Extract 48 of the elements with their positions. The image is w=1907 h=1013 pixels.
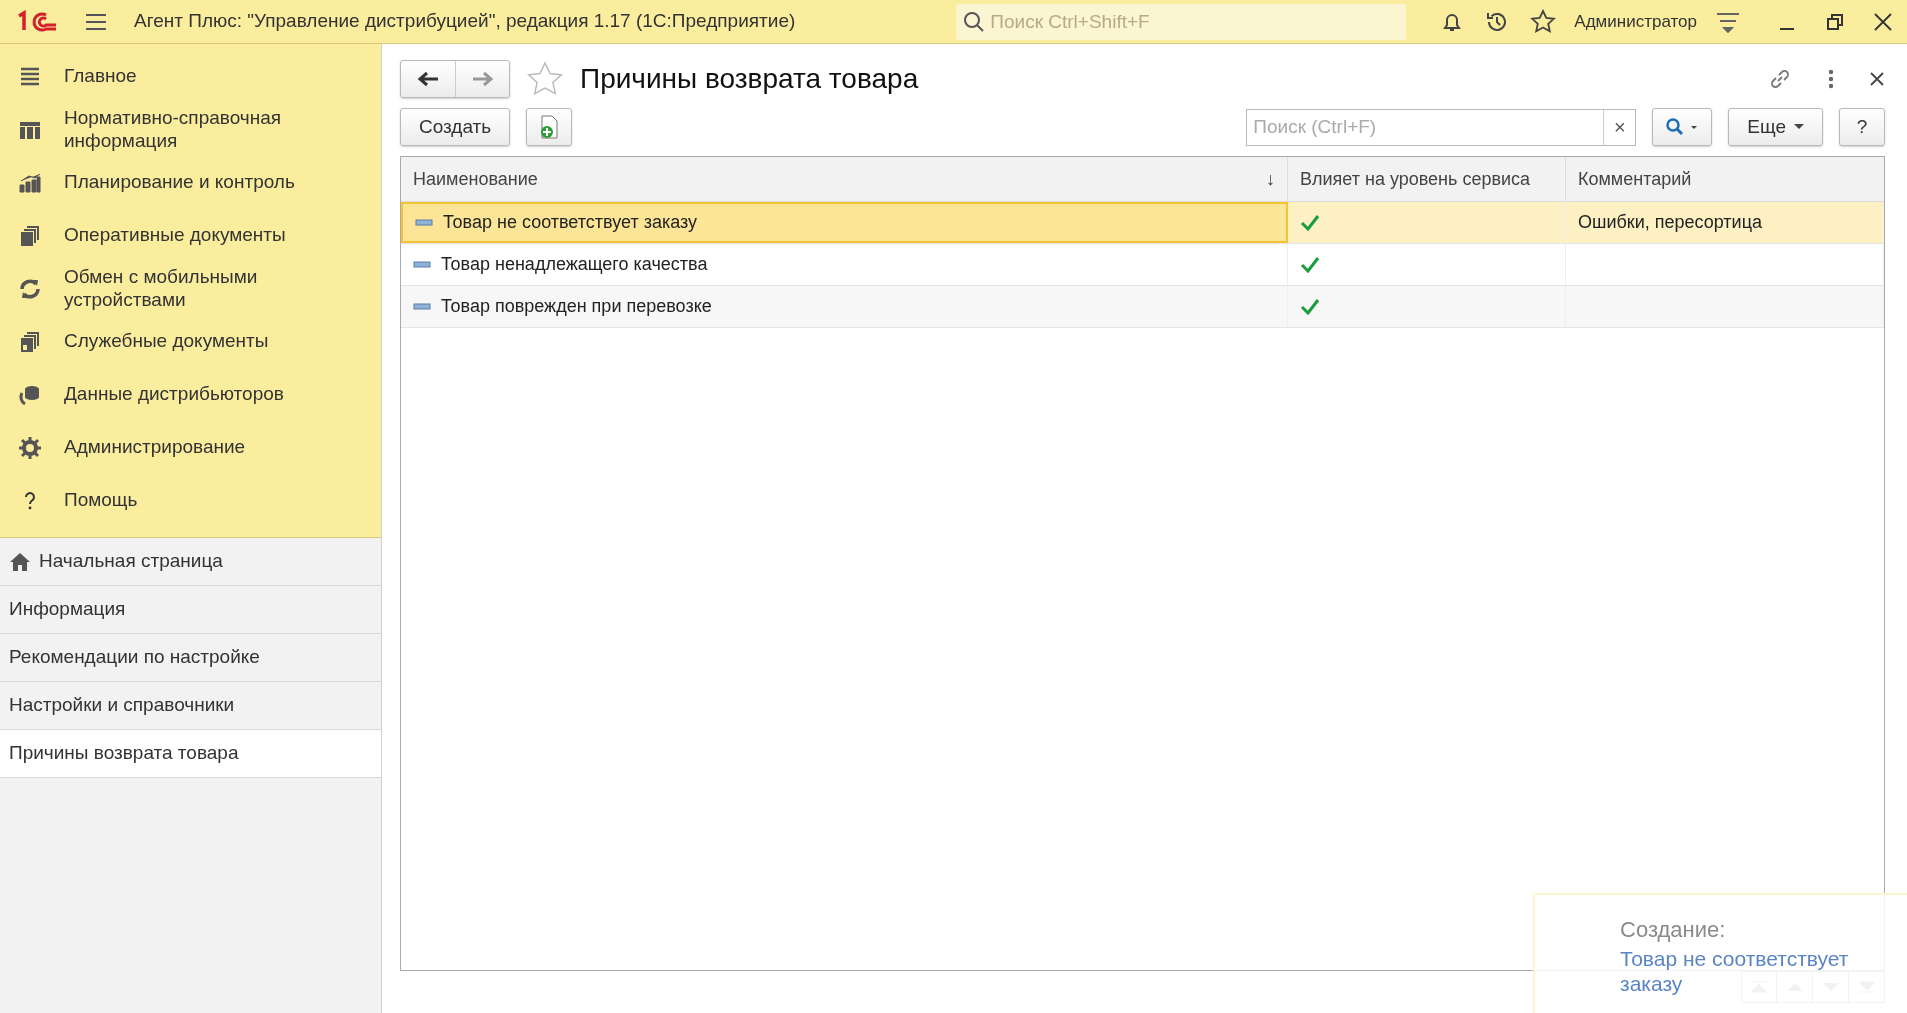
sidebar-item[interactable]: Служебные документы (0, 315, 381, 368)
item-icon (413, 302, 431, 311)
notification-title: Создание: (1620, 916, 1727, 944)
sidebar-item[interactable]: Обмен с мобильными устройствами (0, 262, 381, 315)
column-header[interactable]: Наименование ↓ (401, 157, 1288, 201)
search-icon (1665, 117, 1700, 137)
sidebar-item[interactable]: Главное (0, 50, 381, 103)
arrow-left-icon (416, 70, 440, 88)
table-cell-text: Товар ненадлежащего качества (441, 253, 708, 276)
close-icon[interactable] (1869, 71, 1885, 87)
window-title: Агент Плюс: "Управление дистрибуцией", редакция 1.17 (1С:Предприятие) (134, 9, 796, 34)
sync-icon (18, 276, 42, 301)
more-button[interactable]: Еще (1728, 108, 1823, 146)
help-button[interactable]: ? (1839, 108, 1885, 146)
table-cell-text: Товар поврежден при перевозке (441, 295, 712, 318)
item-icon (413, 260, 431, 269)
documents-icon (18, 223, 42, 248)
form-title: Причины возврата товара (580, 62, 919, 96)
item-icon (415, 218, 433, 227)
caret-icon (1794, 124, 1804, 130)
sidebar-item[interactable]: Администрирование (0, 421, 381, 474)
search-field[interactable]: Поиск (Ctrl+F) × (1246, 108, 1637, 146)
user-name[interactable]: Администратор (1574, 8, 1697, 35)
sidebar-item[interactable]: Помощь (0, 474, 381, 527)
gear-icon (18, 435, 42, 460)
arrow-right-icon (470, 70, 495, 88)
table-cell-text: Ошибки, пересортица (1578, 211, 1762, 234)
sidebar-item[interactable]: Планирование и контроль (0, 156, 381, 209)
table-row[interactable]: Товар поврежден при перевозке (401, 286, 1884, 328)
table-cell-text: Товар не соответствует заказу (443, 211, 698, 234)
search-field[interactable]: Поиск Ctrl+Shift+F (956, 3, 1407, 40)
star-icon[interactable] (526, 61, 564, 97)
create-button[interactable]: Создать (400, 108, 511, 146)
notification-link[interactable]: Товар не соответствует заказу (1620, 946, 1850, 997)
sidebar-item[interactable]: Данные дистрибьюторов (0, 368, 381, 421)
document-plus-icon (538, 114, 561, 140)
search-button[interactable] (1652, 108, 1713, 146)
column-header[interactable]: Комментарий (1566, 157, 1884, 201)
copy-button[interactable] (526, 108, 573, 146)
column-header[interactable]: Влияет на уровень сервиса (1288, 157, 1566, 201)
home-icon (9, 551, 31, 572)
documents-icon (18, 329, 42, 354)
table-row[interactable]: Товар не соответствует заказу Ошибки, пересортица (401, 202, 1884, 244)
sidebar-item[interactable]: Оперативные документы (0, 209, 381, 262)
logo-icon[interactable] (16, 9, 58, 34)
open-window-tab[interactable]: Причины возврата товара (0, 730, 381, 778)
sidebar-item[interactable]: Нормативно-справочная информация (0, 103, 381, 156)
sort-indicator[interactable]: ↓ (1266, 165, 1275, 193)
